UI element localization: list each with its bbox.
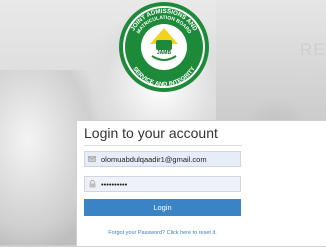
login-button[interactable]: Login: [84, 199, 241, 216]
password-field[interactable]: [84, 176, 241, 192]
background-text: RE: [300, 40, 326, 59]
logo-center-text: JAMB: [157, 50, 172, 56]
password-input[interactable]: [99, 177, 239, 191]
envelope-icon: [85, 156, 99, 162]
title-divider: [84, 145, 242, 146]
background-subtext: e: [302, 66, 308, 76]
email-input[interactable]: [99, 152, 239, 166]
forgot-password-link[interactable]: Forgot your Password? Click here to rese…: [84, 230, 241, 236]
logo-book-icon: [156, 40, 172, 50]
login-title: Login to your account: [84, 125, 218, 141]
lock-icon: [85, 180, 99, 188]
jamb-logo: JOINT ADMISSIONS AND MATRICULATION BOARD…: [119, 2, 209, 92]
email-field[interactable]: [84, 151, 241, 167]
